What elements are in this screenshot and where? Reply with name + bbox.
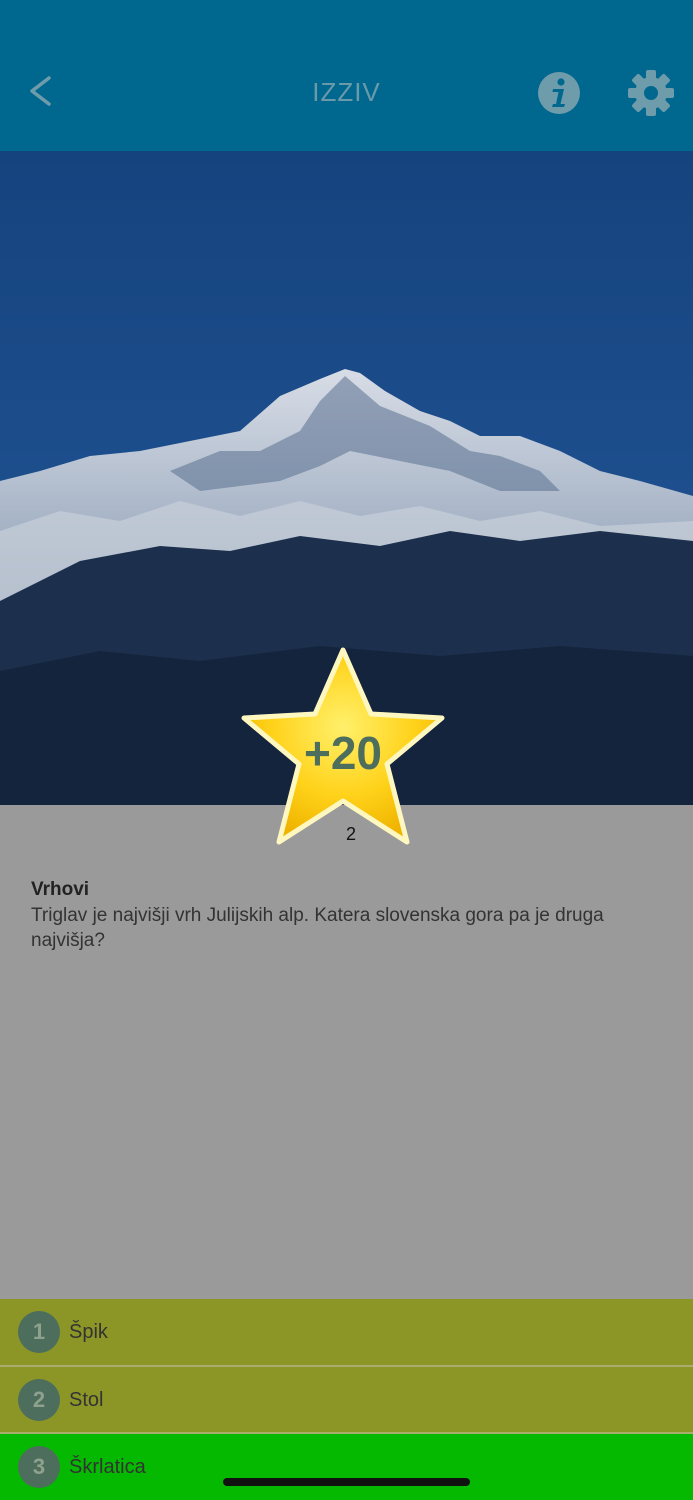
question-title: Vrhovi (31, 879, 90, 900)
answer-option-3[interactable]: 3 Škrlatica (0, 1434, 693, 1500)
info-icon (538, 72, 580, 114)
info-button[interactable] (536, 70, 582, 116)
answer-label: Stol (69, 1388, 104, 1411)
level-indicator: 2 (345, 824, 356, 844)
gear-icon (628, 70, 674, 116)
answer-label: Špik (69, 1320, 108, 1343)
reward-star: +20 (238, 646, 448, 850)
settings-button[interactable] (626, 68, 676, 118)
reward-points: +20 (303, 727, 383, 779)
answer-option-1[interactable]: 1 Špik (0, 1299, 693, 1365)
answer-number-badge: 1 (18, 1311, 60, 1353)
home-indicator (223, 1478, 470, 1486)
answer-number-badge: 2 (18, 1379, 60, 1421)
question-text: Triglav je najvišji vrh Julijskih alp. K… (31, 905, 604, 951)
page-title: IZZIV (312, 77, 381, 107)
answer-list: 1 Špik 2 Stol 3 Škrlatica (0, 1299, 693, 1500)
top-bar: IZZIV (0, 0, 693, 151)
answer-option-2[interactable]: 2 Stol (0, 1367, 693, 1433)
answer-number-badge: 3 (18, 1446, 60, 1488)
answer-label: Škrlatica (69, 1455, 146, 1478)
